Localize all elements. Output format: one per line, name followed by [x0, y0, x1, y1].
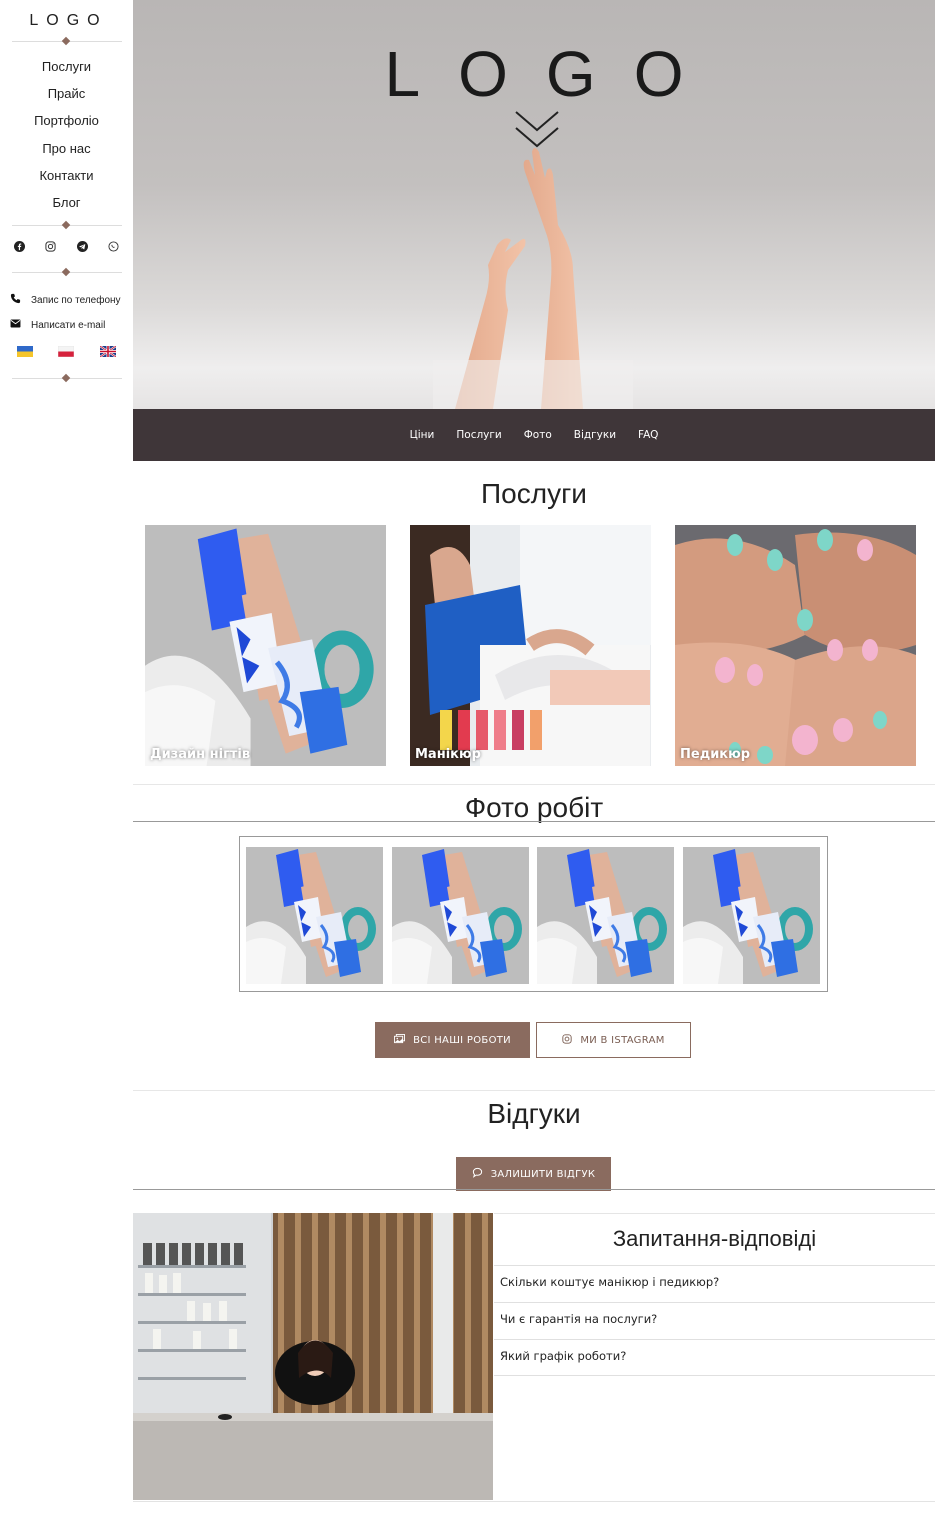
- flag-ua-icon[interactable]: [16, 346, 33, 357]
- language-switcher: [0, 346, 133, 357]
- divider-diamond: [61, 36, 71, 46]
- photo-gallery: [239, 836, 828, 992]
- pedicure-image: [675, 525, 916, 766]
- service-card-label: Дизайн нігтів: [150, 747, 251, 762]
- service-card-nail-design[interactable]: Дизайн нігтів: [145, 525, 386, 766]
- instagram-icon: [562, 1033, 572, 1047]
- hero-logo: LOGO: [384, 38, 722, 110]
- photos-title: Фото робіт: [464, 792, 604, 823]
- reviews-title: Відгуки: [487, 1098, 581, 1129]
- faq-question[interactable]: Скільки коштує манікюр і педикюр?: [494, 1265, 935, 1302]
- facebook-icon[interactable]: [12, 238, 28, 254]
- divider: [133, 1501, 935, 1502]
- nav-photos[interactable]: Фото: [524, 429, 552, 441]
- gallery-photo[interactable]: [392, 847, 529, 984]
- service-card-label: Манікюр: [415, 747, 481, 762]
- gallery-photo[interactable]: [537, 847, 674, 984]
- service-card-pedicure[interactable]: Педикюр: [675, 525, 916, 766]
- phone-contact[interactable]: Запис по телефону: [10, 293, 121, 307]
- instagram-icon[interactable]: [43, 238, 59, 254]
- telegram-icon[interactable]: [74, 238, 90, 254]
- service-card-label: Педикюр: [680, 747, 751, 762]
- sidebar-menu: Послуги Прайс Портфоліо Про нас Контакти…: [0, 56, 133, 219]
- sidebar-logo[interactable]: LOGO: [0, 12, 133, 30]
- faq-question[interactable]: Який графік роботи?: [494, 1339, 935, 1376]
- divider: [133, 1189, 935, 1190]
- divider: [133, 1090, 935, 1091]
- viber-icon[interactable]: [105, 238, 121, 254]
- leave-review-button[interactable]: ЗАЛИШИТИ ВІДГУК: [456, 1157, 611, 1191]
- nail-design-image: [145, 525, 386, 766]
- instagram-label: МИ В ISTAGRAM: [580, 1034, 665, 1046]
- divider-diamond: [61, 220, 71, 230]
- flag-pl-icon[interactable]: [58, 346, 75, 357]
- hero-hands-image: [433, 148, 633, 409]
- nav-prices[interactable]: Ціни: [410, 429, 435, 441]
- section-nav: Ціни Послуги Фото Відгуки FAQ: [133, 409, 935, 461]
- services-title: Послуги: [481, 478, 587, 509]
- faq-title: Запитання-відповіді: [494, 1213, 935, 1265]
- phone-label: Запис по телефону: [31, 294, 121, 306]
- envelope-icon: [10, 319, 21, 331]
- faq-question[interactable]: Чи є гарантія на послуги?: [494, 1302, 935, 1339]
- gallery-photo[interactable]: [683, 847, 820, 984]
- nav-reviews[interactable]: Відгуки: [574, 429, 616, 441]
- nav-faq[interactable]: FAQ: [638, 429, 658, 441]
- instagram-button[interactable]: МИ В ISTAGRAM: [536, 1022, 691, 1058]
- email-contact[interactable]: Написати e-mail: [10, 319, 105, 331]
- email-label: Написати e-mail: [31, 319, 106, 331]
- sidebar-item-services[interactable]: Послуги: [0, 56, 133, 83]
- manicure-image: [410, 525, 651, 766]
- faq-section: Запитання-відповіді Скільки коштує манік…: [494, 1213, 935, 1376]
- divider: [133, 821, 935, 822]
- sidebar-item-portfolio[interactable]: Портфоліо: [0, 110, 133, 137]
- gallery-icon: [394, 1033, 406, 1047]
- divider-diamond: [61, 267, 71, 277]
- flag-gb-icon[interactable]: [100, 346, 117, 357]
- phone-icon: [10, 293, 21, 307]
- nav-services[interactable]: Послуги: [456, 429, 501, 441]
- gallery-photo[interactable]: [246, 847, 383, 984]
- sidebar-item-blog[interactable]: Блог: [0, 192, 133, 219]
- sidebar: LOGO Послуги Прайс Портфоліо Про нас Кон…: [0, 0, 133, 400]
- hero-banner: LOGO: [133, 0, 935, 409]
- salon-photo: [133, 1213, 493, 1500]
- divider: [133, 784, 935, 785]
- divider-diamond: [61, 373, 71, 383]
- chat-bubble-icon: [472, 1167, 483, 1181]
- all-works-label: ВСІ НАШІ РОБОТИ: [413, 1034, 511, 1046]
- social-links: [0, 238, 133, 254]
- sidebar-item-about[interactable]: Про нас: [0, 138, 133, 165]
- leave-review-label: ЗАЛИШИТИ ВІДГУК: [490, 1168, 596, 1180]
- service-card-manicure[interactable]: Манікюр: [410, 525, 651, 766]
- sidebar-item-contacts[interactable]: Контакти: [0, 165, 133, 192]
- all-works-button[interactable]: ВСІ НАШІ РОБОТИ: [375, 1022, 530, 1058]
- sidebar-item-prices[interactable]: Прайс: [0, 83, 133, 110]
